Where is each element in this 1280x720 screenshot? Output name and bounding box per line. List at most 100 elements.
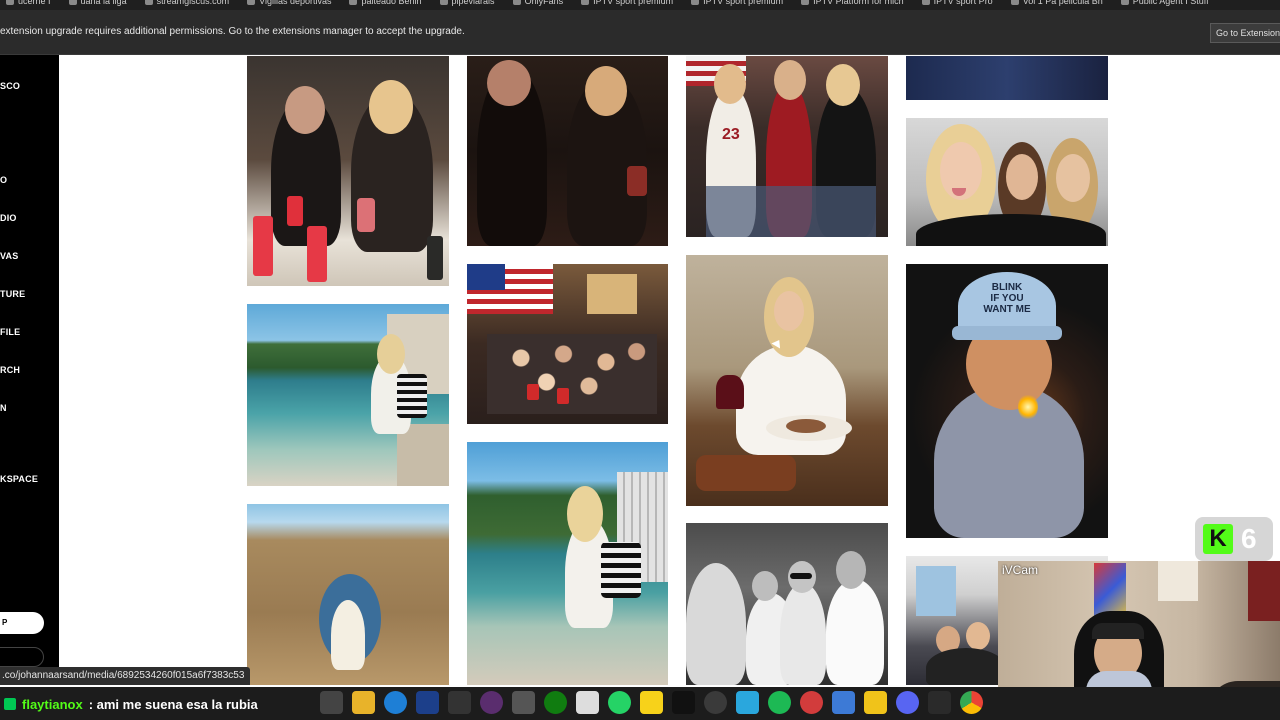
cap-text-2: IF YOU bbox=[990, 293, 1024, 304]
bookmark-item[interactable]: Vigilias deportivas bbox=[247, 0, 331, 6]
bookmark-label: ucerne I bbox=[18, 0, 51, 6]
chat-message: flaytianox : ami me suena esa la rubia bbox=[0, 692, 258, 716]
gallery-photo[interactable] bbox=[686, 255, 888, 506]
photoshop-icon[interactable] bbox=[416, 691, 439, 714]
app-icon[interactable] bbox=[480, 691, 503, 714]
sidebar-item-canvas[interactable]: VAS bbox=[0, 251, 18, 261]
taskbar-icons bbox=[320, 691, 983, 714]
bookmark-favicon-icon bbox=[439, 0, 448, 5]
epic-games-icon[interactable] bbox=[928, 691, 951, 714]
bookmark-item[interactable]: uana la liga bbox=[68, 0, 127, 6]
bookmark-favicon-icon bbox=[581, 0, 590, 5]
bookmark-label: uana la liga bbox=[80, 0, 127, 6]
bookmark-label: pipeviarals bbox=[451, 0, 495, 6]
bookmark-favicon-icon bbox=[68, 0, 77, 5]
gallery-photo[interactable] bbox=[467, 56, 668, 246]
notification-app-icon[interactable] bbox=[800, 691, 823, 714]
bookmark-label: IPTV sport premium bbox=[593, 0, 674, 6]
bookmark-label: IPTV Platform for mich bbox=[813, 0, 904, 6]
bookmark-label: palteado Berlin bbox=[361, 0, 422, 6]
bookmark-item[interactable]: IPTV sport premium bbox=[581, 0, 673, 6]
chat-badge-icon bbox=[4, 698, 16, 710]
bookmark-favicon-icon bbox=[1010, 0, 1019, 5]
spotify-icon[interactable] bbox=[768, 691, 791, 714]
bookmark-item[interactable]: palteado Berlin bbox=[349, 0, 422, 6]
whatsapp-icon[interactable] bbox=[608, 691, 631, 714]
gallery-photo[interactable]: BLINK IF YOU WANT ME bbox=[906, 264, 1108, 538]
gallery-photo[interactable] bbox=[467, 442, 668, 685]
bookmark-favicon-icon bbox=[349, 0, 358, 5]
bookmark-label: streamgiscus.com bbox=[156, 0, 230, 6]
kick-badge: K 6 bbox=[1195, 517, 1273, 561]
chrome-icon[interactable] bbox=[960, 691, 983, 714]
bookmark-item[interactable]: OnlyFans bbox=[512, 0, 563, 6]
gallery-photo[interactable] bbox=[247, 304, 449, 486]
bookmark-item[interactable]: IPTV Platform for mich bbox=[801, 0, 904, 6]
bookmark-item[interactable]: Public Agent I Stuff bbox=[1120, 0, 1209, 6]
bookmark-favicon-icon bbox=[691, 0, 700, 5]
bookmark-favicon-icon bbox=[247, 0, 256, 5]
bookmark-label: IPTV sport premium bbox=[703, 0, 784, 6]
go-to-extensions-button[interactable]: Go to Extensions bbox=[1210, 23, 1280, 43]
kick-logo-icon: K bbox=[1203, 524, 1233, 554]
sidebar-secondary-button[interactable] bbox=[0, 647, 44, 667]
warning-icon[interactable] bbox=[864, 691, 887, 714]
bookmark-favicon-icon bbox=[512, 0, 521, 5]
bookmark-item[interactable]: IPTV sport premium bbox=[691, 0, 783, 6]
bookmark-favicon-icon bbox=[6, 0, 14, 5]
sidebar-item-search[interactable]: RCH bbox=[0, 365, 20, 375]
sidebar-item-workspace[interactable]: KSPACE bbox=[0, 474, 38, 484]
left-sidebar: SCO O DIO VAS TURE FILE RCH N KSPACE P bbox=[0, 55, 59, 685]
bookmark-label: Public Agent I Stuff bbox=[1132, 0, 1209, 6]
gallery-photo[interactable] bbox=[906, 56, 1108, 100]
sidebar-pill-button[interactable]: P bbox=[0, 612, 44, 634]
bookmark-label: Vol 1 Pa pelicula Bn bbox=[1022, 0, 1103, 6]
gallery-photo[interactable] bbox=[247, 504, 449, 685]
chrome-dev-icon[interactable] bbox=[704, 691, 727, 714]
sidebar-item-2[interactable]: O bbox=[0, 175, 7, 185]
sidebar-item-profile[interactable]: FILE bbox=[0, 327, 20, 337]
file-explorer-icon[interactable] bbox=[352, 691, 375, 714]
bookmark-item[interactable]: Vol 1 Pa pelicula Bn bbox=[1010, 0, 1103, 6]
cam-label: iVCam bbox=[1002, 563, 1039, 577]
sidebar-item-n[interactable]: N bbox=[0, 403, 7, 413]
bookmark-favicon-icon bbox=[921, 0, 930, 5]
cap-text-1: BLINK bbox=[991, 282, 1023, 293]
xbox-icon[interactable] bbox=[544, 691, 567, 714]
sidebar-item-1[interactable]: SCO bbox=[0, 81, 20, 91]
task-view-icon[interactable] bbox=[320, 691, 343, 714]
sidebar-item-audio[interactable]: DIO bbox=[0, 213, 17, 223]
bookmark-item[interactable]: streamgiscus.com bbox=[144, 0, 230, 6]
word-f-icon[interactable] bbox=[736, 691, 759, 714]
bookmark-favicon-icon bbox=[1120, 0, 1129, 5]
edge-icon[interactable] bbox=[384, 691, 407, 714]
gallery-photo[interactable] bbox=[686, 523, 888, 685]
sticky-notes-icon[interactable] bbox=[640, 691, 663, 714]
infobar-message: extension upgrade requires additional pe… bbox=[0, 26, 465, 37]
discord-icon[interactable] bbox=[896, 691, 919, 714]
bookmark-favicon-icon bbox=[144, 0, 153, 5]
chat-text: : ami me suena esa la rubia bbox=[88, 696, 258, 712]
screen: ucerne I uana la liga streamgiscus.com Vigi… bbox=[0, 0, 1280, 720]
gallery-photo[interactable] bbox=[467, 264, 668, 424]
notepad-icon[interactable] bbox=[576, 691, 599, 714]
chat-username: flaytianox bbox=[22, 696, 83, 712]
tiktok-icon[interactable] bbox=[672, 691, 695, 714]
bookmark-item[interactable]: IPTV sport Pro bbox=[921, 0, 993, 6]
kick-count: 6 bbox=[1241, 523, 1257, 554]
calculator-icon[interactable] bbox=[512, 691, 535, 714]
bookmark-item[interactable]: pipeviarals bbox=[439, 0, 495, 6]
extension-infobar: extension upgrade requires additional pe… bbox=[0, 10, 1280, 55]
epic-icon[interactable] bbox=[448, 691, 471, 714]
ivcam-icon[interactable] bbox=[832, 691, 855, 714]
bookmark-item[interactable]: ucerne I bbox=[6, 0, 51, 6]
gallery-photo[interactable]: 23 bbox=[686, 56, 888, 237]
sidebar-item-future[interactable]: TURE bbox=[0, 289, 25, 299]
bookmark-label: IPTV sport Pro bbox=[933, 0, 993, 6]
gallery-photo[interactable] bbox=[906, 118, 1108, 246]
cap-text-3: WANT ME bbox=[983, 304, 1031, 315]
bookmark-label: Vigilias deportivas bbox=[259, 0, 332, 6]
status-url: .co/johannaarsand/media/6892534260f015a6… bbox=[0, 667, 251, 685]
gallery-photo[interactable] bbox=[247, 56, 449, 286]
bookmark-favicon-icon bbox=[801, 0, 810, 5]
